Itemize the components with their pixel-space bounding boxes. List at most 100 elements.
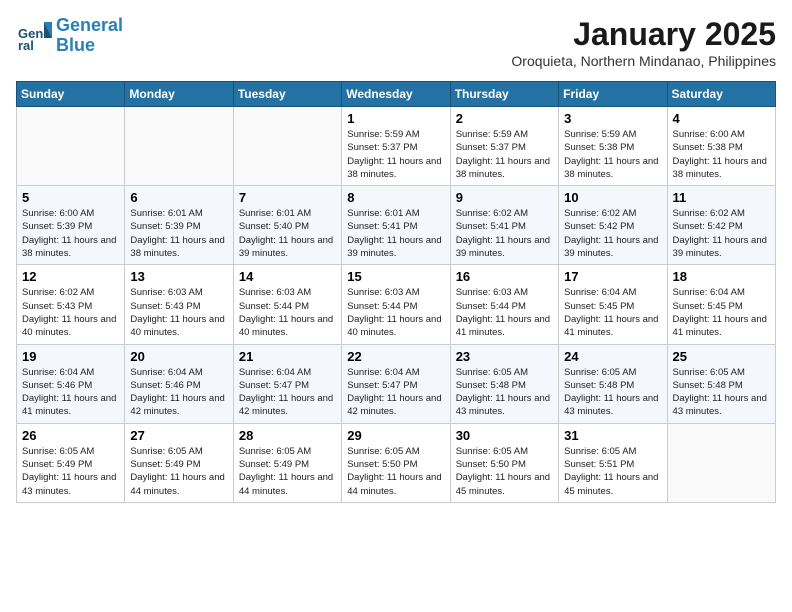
day-number: 29 <box>347 428 444 443</box>
day-info: Sunrise: 6:02 AM Sunset: 5:43 PM Dayligh… <box>22 286 119 339</box>
day-info: Sunrise: 6:05 AM Sunset: 5:49 PM Dayligh… <box>239 445 336 498</box>
day-number: 9 <box>456 190 553 205</box>
day-number: 16 <box>456 269 553 284</box>
day-number: 8 <box>347 190 444 205</box>
calendar-cell <box>17 107 125 186</box>
day-info: Sunrise: 6:05 AM Sunset: 5:51 PM Dayligh… <box>564 445 661 498</box>
day-number: 1 <box>347 111 444 126</box>
day-number: 5 <box>22 190 119 205</box>
calendar-cell: 30Sunrise: 6:05 AM Sunset: 5:50 PM Dayli… <box>450 423 558 502</box>
day-info: Sunrise: 6:01 AM Sunset: 5:40 PM Dayligh… <box>239 207 336 260</box>
day-info: Sunrise: 5:59 AM Sunset: 5:37 PM Dayligh… <box>347 128 444 181</box>
day-number: 20 <box>130 349 227 364</box>
calendar-table: SundayMondayTuesdayWednesdayThursdayFrid… <box>16 81 776 503</box>
day-info: Sunrise: 6:05 AM Sunset: 5:48 PM Dayligh… <box>564 366 661 419</box>
calendar-cell: 1 Sunrise: 5:59 AM Sunset: 5:37 PM Daylig… <box>342 107 450 186</box>
weekday-header-friday: Friday <box>559 82 667 107</box>
weekday-header-tuesday: Tuesday <box>233 82 341 107</box>
calendar-cell: 16 Sunrise: 6:03 AM Sunset: 5:44 PM Dayli… <box>450 265 558 344</box>
calendar-week-5: 26 Sunrise: 6:05 AM Sunset: 5:49 PM Dayli… <box>17 423 776 502</box>
weekday-header-monday: Monday <box>125 82 233 107</box>
calendar-cell <box>233 107 341 186</box>
day-info: Sunrise: 6:03 AM Sunset: 5:44 PM Dayligh… <box>239 286 336 339</box>
logo-icon: Gene ral <box>16 18 52 54</box>
day-info: Sunrise: 6:03 AM Sunset: 5:44 PM Dayligh… <box>347 286 444 339</box>
day-info: Sunrise: 6:05 AM Sunset: 5:49 PM Dayligh… <box>130 445 227 498</box>
calendar-cell <box>125 107 233 186</box>
calendar-cell: 15 Sunrise: 6:03 AM Sunset: 5:44 PM Dayli… <box>342 265 450 344</box>
calendar-cell: 2 Sunrise: 5:59 AM Sunset: 5:37 PM Daylig… <box>450 107 558 186</box>
calendar-cell: 7 Sunrise: 6:01 AM Sunset: 5:40 PM Daylig… <box>233 186 341 265</box>
day-number: 21 <box>239 349 336 364</box>
location: Oroquieta, Northern Mindanao, Philippine… <box>511 53 776 69</box>
day-info: Sunrise: 6:04 AM Sunset: 5:47 PM Dayligh… <box>347 366 444 419</box>
day-info: Sunrise: 6:04 AM Sunset: 5:46 PM Dayligh… <box>130 366 227 419</box>
day-number: 31 <box>564 428 661 443</box>
calendar-week-4: 19 Sunrise: 6:04 AM Sunset: 5:46 PM Dayli… <box>17 344 776 423</box>
day-number: 24 <box>564 349 661 364</box>
calendar-cell: 26 Sunrise: 6:05 AM Sunset: 5:49 PM Dayli… <box>17 423 125 502</box>
day-info: Sunrise: 6:04 AM Sunset: 5:45 PM Dayligh… <box>673 286 770 339</box>
logo: Gene ral General Blue <box>16 16 123 56</box>
day-number: 2 <box>456 111 553 126</box>
day-info: Sunrise: 6:04 AM Sunset: 5:45 PM Dayligh… <box>564 286 661 339</box>
day-info: Sunrise: 5:59 AM Sunset: 5:38 PM Dayligh… <box>564 128 661 181</box>
calendar-week-2: 5 Sunrise: 6:00 AM Sunset: 5:39 PM Daylig… <box>17 186 776 265</box>
calendar-cell: 9 Sunrise: 6:02 AM Sunset: 5:41 PM Daylig… <box>450 186 558 265</box>
day-number: 11 <box>673 190 770 205</box>
logo-text: General Blue <box>56 16 123 56</box>
weekday-header-sunday: Sunday <box>17 82 125 107</box>
logo-line2: Blue <box>56 35 95 55</box>
day-info: Sunrise: 6:02 AM Sunset: 5:42 PM Dayligh… <box>673 207 770 260</box>
day-info: Sunrise: 6:05 AM Sunset: 5:48 PM Dayligh… <box>673 366 770 419</box>
day-number: 7 <box>239 190 336 205</box>
day-number: 13 <box>130 269 227 284</box>
calendar-cell: 3 Sunrise: 5:59 AM Sunset: 5:38 PM Daylig… <box>559 107 667 186</box>
weekday-header-saturday: Saturday <box>667 82 775 107</box>
day-number: 14 <box>239 269 336 284</box>
calendar-cell: 19 Sunrise: 6:04 AM Sunset: 5:46 PM Dayli… <box>17 344 125 423</box>
day-number: 26 <box>22 428 119 443</box>
day-info: Sunrise: 6:03 AM Sunset: 5:43 PM Dayligh… <box>130 286 227 339</box>
day-info: Sunrise: 6:03 AM Sunset: 5:44 PM Dayligh… <box>456 286 553 339</box>
calendar-cell: 25Sunrise: 6:05 AM Sunset: 5:48 PM Dayli… <box>667 344 775 423</box>
day-info: Sunrise: 6:00 AM Sunset: 5:38 PM Dayligh… <box>673 128 770 181</box>
day-number: 23 <box>456 349 553 364</box>
calendar-cell: 18 Sunrise: 6:04 AM Sunset: 5:45 PM Dayli… <box>667 265 775 344</box>
day-number: 15 <box>347 269 444 284</box>
svg-text:ral: ral <box>18 38 34 53</box>
day-number: 4 <box>673 111 770 126</box>
calendar-cell: 29Sunrise: 6:05 AM Sunset: 5:50 PM Dayli… <box>342 423 450 502</box>
day-info: Sunrise: 6:05 AM Sunset: 5:50 PM Dayligh… <box>456 445 553 498</box>
day-number: 18 <box>673 269 770 284</box>
logo-line1: General <box>56 15 123 35</box>
day-info: Sunrise: 6:05 AM Sunset: 5:49 PM Dayligh… <box>22 445 119 498</box>
title-block: January 2025 Oroquieta, Northern Mindana… <box>511 16 776 69</box>
calendar-cell: 31 Sunrise: 6:05 AM Sunset: 5:51 PM Dayli… <box>559 423 667 502</box>
weekday-header-thursday: Thursday <box>450 82 558 107</box>
calendar-cell: 28Sunrise: 6:05 AM Sunset: 5:49 PM Dayli… <box>233 423 341 502</box>
calendar-cell: 6Sunrise: 6:01 AM Sunset: 5:39 PM Daylig… <box>125 186 233 265</box>
calendar-cell: 14 Sunrise: 6:03 AM Sunset: 5:44 PM Dayli… <box>233 265 341 344</box>
day-info: Sunrise: 6:04 AM Sunset: 5:46 PM Dayligh… <box>22 366 119 419</box>
day-info: Sunrise: 6:02 AM Sunset: 5:41 PM Dayligh… <box>456 207 553 260</box>
calendar-cell: 24 Sunrise: 6:05 AM Sunset: 5:48 PM Dayli… <box>559 344 667 423</box>
day-info: Sunrise: 5:59 AM Sunset: 5:37 PM Dayligh… <box>456 128 553 181</box>
day-number: 22 <box>347 349 444 364</box>
day-info: Sunrise: 6:01 AM Sunset: 5:39 PM Dayligh… <box>130 207 227 260</box>
day-info: Sunrise: 6:01 AM Sunset: 5:41 PM Dayligh… <box>347 207 444 260</box>
month-title: January 2025 <box>511 16 776 53</box>
day-info: Sunrise: 6:00 AM Sunset: 5:39 PM Dayligh… <box>22 207 119 260</box>
day-number: 17 <box>564 269 661 284</box>
day-number: 12 <box>22 269 119 284</box>
calendar-cell: 23Sunrise: 6:05 AM Sunset: 5:48 PM Dayli… <box>450 344 558 423</box>
calendar-cell: 21Sunrise: 6:04 AM Sunset: 5:47 PM Dayli… <box>233 344 341 423</box>
page-header: Gene ral General Blue January 2025 Oroqu… <box>16 16 776 69</box>
calendar-cell: 10Sunrise: 6:02 AM Sunset: 5:42 PM Dayli… <box>559 186 667 265</box>
calendar-week-1: 1 Sunrise: 5:59 AM Sunset: 5:37 PM Daylig… <box>17 107 776 186</box>
calendar-cell: 4 Sunrise: 6:00 AM Sunset: 5:38 PM Daylig… <box>667 107 775 186</box>
calendar-cell: 20 Sunrise: 6:04 AM Sunset: 5:46 PM Dayli… <box>125 344 233 423</box>
calendar-cell: 22 Sunrise: 6:04 AM Sunset: 5:47 PM Dayli… <box>342 344 450 423</box>
day-number: 19 <box>22 349 119 364</box>
day-number: 3 <box>564 111 661 126</box>
